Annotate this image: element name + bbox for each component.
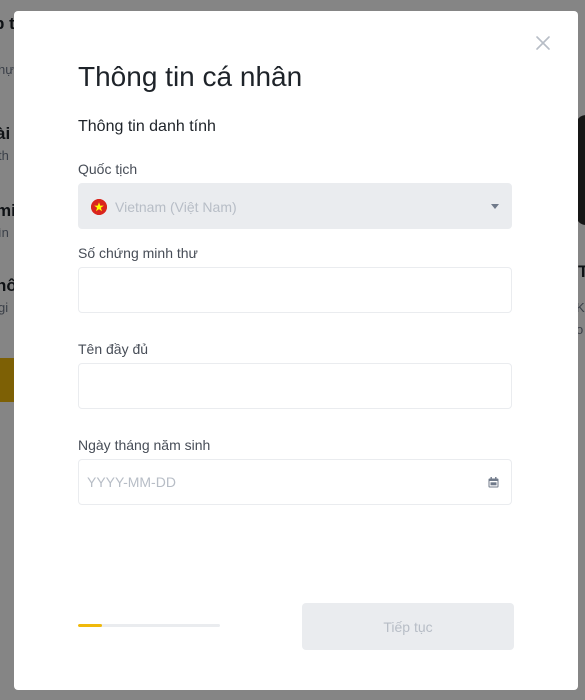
modal-title: Thông tin cá nhân [78, 61, 303, 92]
id-number-field-box [78, 267, 512, 313]
id-number-label: Số chứng minh thư [78, 245, 198, 261]
calendar-icon[interactable] [488, 477, 499, 488]
vietnam-flag-icon [91, 199, 107, 215]
nationality-label: Quốc tịch [78, 161, 138, 177]
nationality-value: Vietnam (Việt Nam) [115, 199, 237, 215]
birth-date-field-box [78, 459, 512, 505]
id-number-input[interactable] [79, 268, 511, 312]
birth-date-label: Ngày tháng năm sinh [78, 437, 211, 453]
caret-down-icon [491, 204, 499, 209]
full-name-field-box [78, 363, 512, 409]
progress-bar-fill [78, 624, 103, 627]
nationality-select[interactable]: Vietnam (Việt Nam) [78, 183, 512, 229]
birth-date-input[interactable] [79, 460, 511, 504]
section-title: Thông tin danh tính [78, 118, 216, 135]
full-name-label: Tên đầy đủ [78, 341, 149, 357]
full-name-input[interactable] [79, 364, 511, 408]
personal-info-modal: Thông tin cá nhân Thông tin danh tính Qu… [14, 11, 578, 690]
continue-button[interactable]: Tiếp tục [302, 603, 514, 650]
close-icon[interactable] [532, 32, 554, 54]
progress-bar [78, 624, 220, 627]
